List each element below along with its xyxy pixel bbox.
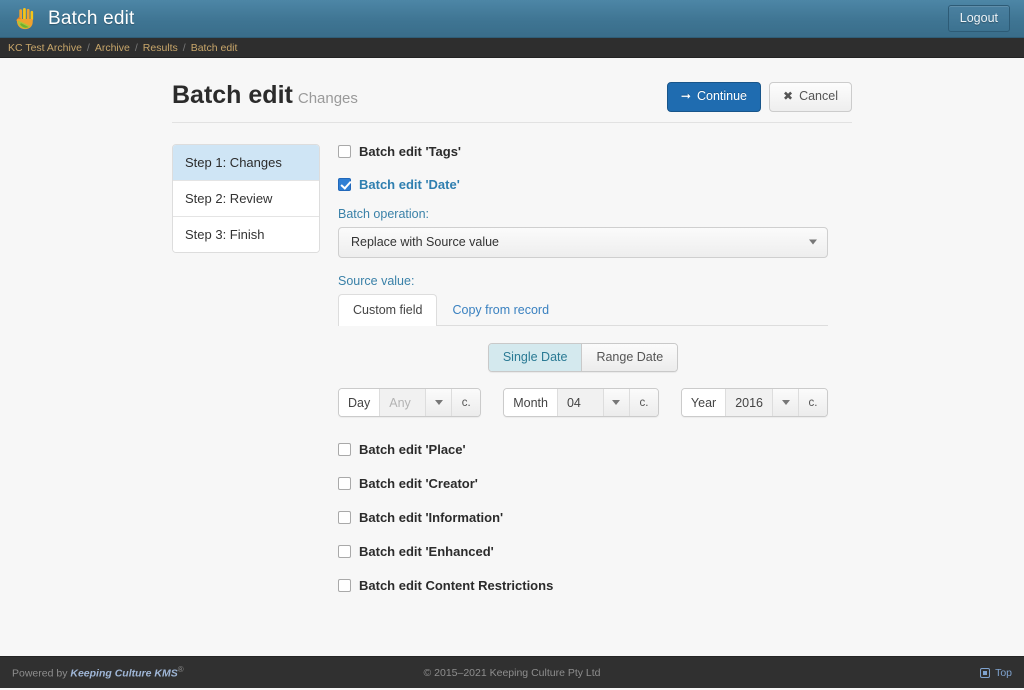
batch-edit-information-label[interactable]: Batch edit 'Information': [359, 511, 503, 524]
step-item-review[interactable]: Step 2: Review: [173, 180, 319, 217]
tab-custom-field[interactable]: Custom field: [338, 293, 438, 326]
navbar-right: Logout: [947, 5, 1012, 32]
year-clear-button[interactable]: c.: [799, 389, 827, 416]
month-clear-button[interactable]: c.: [629, 389, 658, 416]
step-item-finish[interactable]: Step 3: Finish: [173, 216, 319, 252]
breadcrumb-item-archive-root[interactable]: KC Test Archive: [8, 42, 82, 54]
date-fields-row: Day Any c. Month 04 c. Year 2016 c.: [338, 388, 828, 417]
batch-edit-information-checkbox[interactable]: [338, 511, 351, 524]
arrow-right-icon: ➞: [680, 89, 691, 104]
registered-mark: ®: [177, 665, 184, 675]
logout-button[interactable]: Logout: [947, 5, 1010, 32]
footer-powered-by: Powered by Keeping Culture KMS®: [12, 665, 184, 680]
steps-list: Step 1: Changes Step 2: Review Step 3: F…: [172, 143, 320, 253]
custom-field-panel: Single Date Range Date Day Any c. Month …: [338, 326, 828, 417]
close-x-icon: ✖: [783, 89, 794, 104]
batch-edit-date-label[interactable]: Batch edit 'Date': [359, 178, 460, 191]
date-mode-wrap: Single Date Range Date: [338, 342, 828, 372]
other-checkboxes: Batch edit 'Place' Batch edit 'Creator' …: [338, 443, 852, 592]
day-dropdown-toggle[interactable]: [426, 389, 453, 416]
year-dropdown-toggle[interactable]: [773, 389, 799, 416]
batch-edit-place-label[interactable]: Batch edit 'Place': [359, 443, 466, 456]
body-row: Step 1: Changes Step 2: Review Step 3: F…: [172, 123, 852, 592]
batch-edit-content-restrictions-checkbox[interactable]: [338, 579, 351, 592]
powered-by-text: Powered by: [12, 667, 68, 680]
breadcrumb-item-batch-edit[interactable]: Batch edit: [191, 42, 238, 54]
breadcrumb: KC Test Archive / Archive / Results / Ba…: [0, 38, 1024, 58]
tab-copy-from-record[interactable]: Copy from record: [437, 294, 564, 326]
breadcrumb-separator: /: [182, 41, 186, 54]
source-value-tabs: Custom field Copy from record: [338, 293, 828, 326]
header-actions: ➞ Continue ✖ Cancel: [666, 80, 852, 112]
scroll-to-top-label: Top: [995, 666, 1012, 679]
content-container: Batch edit Changes ➞ Continue ✖ Cancel St…: [172, 58, 852, 592]
batch-edit-information-row[interactable]: Batch edit 'Information': [338, 511, 852, 524]
page-subtitle: Changes: [297, 90, 358, 107]
day-label: Day: [339, 389, 381, 416]
batch-edit-tags-label[interactable]: Batch edit 'Tags': [359, 145, 461, 158]
day-clear-button[interactable]: c.: [452, 389, 481, 416]
single-date-button[interactable]: Single Date: [488, 343, 583, 371]
range-date-button[interactable]: Range Date: [582, 343, 678, 371]
chevron-down-icon: [809, 239, 817, 245]
source-value-label: Source value:: [338, 273, 415, 288]
breadcrumb-item-archive[interactable]: Archive: [95, 42, 130, 54]
page-header: Batch edit Changes ➞ Continue ✖ Cancel: [172, 80, 852, 123]
date-mode-segmented-control: Single Date Range Date: [487, 342, 679, 372]
brand[interactable]: Batch edit: [12, 6, 135, 32]
batch-edit-enhanced-row[interactable]: Batch edit 'Enhanced': [338, 545, 852, 558]
batch-operation-label: Batch operation:: [338, 206, 430, 221]
page-footer: Powered by Keeping Culture KMS® © 2015–2…: [0, 656, 1024, 688]
chevron-down-icon: [434, 400, 443, 405]
page-body: Batch edit Changes ➞ Continue ✖ Cancel St…: [0, 58, 1024, 688]
month-input-group: Month 04 c.: [503, 388, 659, 417]
batch-edit-tags-row[interactable]: Batch edit 'Tags': [338, 144, 852, 158]
batch-edit-content-restrictions-label[interactable]: Batch edit Content Restrictions: [359, 579, 553, 592]
batch-edit-place-checkbox[interactable]: [338, 443, 351, 456]
top-navbar: Batch edit Logout: [0, 0, 1024, 38]
month-label: Month: [504, 389, 558, 416]
chevron-down-icon: [612, 400, 621, 405]
batch-edit-enhanced-label[interactable]: Batch edit 'Enhanced': [359, 545, 494, 558]
batch-operation-value: Replace with Source value: [351, 235, 499, 249]
batch-edit-date-row[interactable]: Batch edit 'Date': [338, 177, 852, 191]
day-input[interactable]: Any: [380, 389, 427, 416]
step-item-changes[interactable]: Step 1: Changes: [173, 144, 319, 181]
form-column: Batch edit 'Tags' Batch edit 'Date' Batc…: [338, 144, 852, 592]
hand-logo-icon: [16, 7, 34, 29]
breadcrumb-separator: /: [134, 41, 138, 54]
scroll-to-top-button[interactable]: Top: [980, 667, 1012, 679]
batch-edit-tags-checkbox[interactable]: [338, 144, 351, 158]
batch-operation-select[interactable]: Replace with Source value: [338, 226, 828, 258]
continue-button-label: Continue: [696, 89, 748, 103]
day-input-group: Day Any c.: [338, 388, 482, 417]
batch-edit-creator-checkbox[interactable]: [338, 477, 351, 490]
page-title-text: Batch edit: [172, 81, 293, 109]
year-label: Year: [681, 389, 727, 416]
page-title: Batch edit Changes: [172, 80, 358, 110]
year-input[interactable]: 2016: [726, 389, 773, 416]
month-dropdown-toggle[interactable]: [603, 389, 630, 416]
month-input[interactable]: 04: [557, 389, 604, 416]
batch-edit-content-restrictions-row[interactable]: Batch edit Content Restrictions: [338, 579, 852, 592]
year-input-group: Year 2016 c.: [680, 388, 828, 417]
batch-edit-enhanced-checkbox[interactable]: [338, 545, 351, 558]
batch-edit-creator-label[interactable]: Batch edit 'Creator': [359, 477, 478, 490]
scroll-to-top-icon: [980, 667, 991, 678]
chevron-down-icon: [781, 400, 790, 405]
product-name[interactable]: Keeping Culture KMS: [70, 668, 177, 680]
batch-edit-place-row[interactable]: Batch edit 'Place': [338, 443, 852, 456]
breadcrumb-item-results[interactable]: Results: [143, 42, 178, 54]
breadcrumb-separator: /: [86, 41, 90, 54]
batch-edit-creator-row[interactable]: Batch edit 'Creator': [338, 477, 852, 490]
cancel-button-label: Cancel: [799, 89, 838, 103]
cancel-button[interactable]: ✖ Cancel: [769, 82, 852, 112]
app-title: Batch edit: [48, 7, 135, 29]
continue-button[interactable]: ➞ Continue: [666, 82, 762, 112]
batch-edit-date-checkbox[interactable]: [338, 177, 351, 191]
